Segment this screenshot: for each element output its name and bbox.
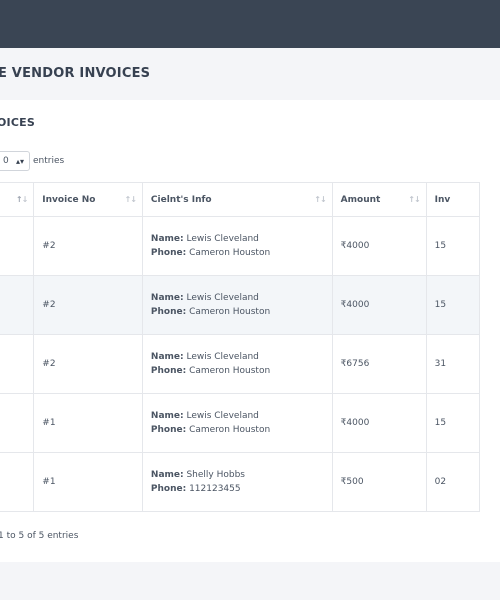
entries-per-page-value: 0 [3, 156, 9, 166]
cell-first [0, 275, 35, 335]
cell-invoice-no: #2 [33, 334, 143, 394]
cell-amount: ₹4000 [331, 393, 427, 453]
cell-invoice-date: 15 [425, 216, 481, 276]
cell-amount: ₹6756 [331, 334, 427, 394]
invoices-card: OICES 0 ▴▾ entries ↑↓ Invoice No ↑↓ Ciel… [0, 100, 500, 562]
sort-icon: ↑↓ [314, 195, 326, 204]
client-phone: Cameron Houston [189, 425, 271, 435]
cell-first [0, 216, 35, 276]
client-phone: Cameron Houston [189, 366, 271, 376]
entries-length-control: 0 ▴▾ entries [0, 151, 64, 171]
cell-amount: ₹4000 [331, 275, 427, 335]
card-title: OICES [0, 116, 35, 129]
cell-invoice-no: #1 [33, 393, 143, 453]
column-header-client-info[interactable]: Cielnt's Info ↑↓ [141, 182, 333, 217]
table-header-row: ↑↓ Invoice No ↑↓ Cielnt's Info ↑↓ Amount… [0, 182, 481, 217]
top-navbar [0, 0, 500, 48]
table-info-text: 1 to 5 of 5 entries [0, 531, 79, 541]
client-phone: Cameron Houston [189, 248, 271, 258]
cell-first [0, 334, 35, 394]
cell-invoice-no: #2 [33, 216, 143, 276]
cell-invoice-no: #1 [33, 452, 143, 512]
column-header-first[interactable]: ↑↓ [0, 182, 35, 217]
table-row: #2 Name: Lewis Cleveland Phone: Cameron … [0, 275, 481, 335]
sort-icon: ↑↓ [124, 195, 137, 204]
sort-icon: ↑↓ [15, 195, 28, 204]
page-header: E VENDOR INVOICES [0, 48, 500, 100]
table-row: #2 Name: Lewis Cleveland Phone: Cameron … [0, 216, 481, 276]
table-row: #2 Name: Lewis Cleveland Phone: Cameron … [0, 334, 481, 394]
entries-per-page-select[interactable]: 0 ▴▾ [0, 151, 30, 171]
cell-first [0, 452, 35, 512]
invoices-table: ↑↓ Invoice No ↑↓ Cielnt's Info ↑↓ Amount… [0, 182, 481, 512]
cell-amount: ₹4000 [331, 216, 427, 276]
client-name: Lewis Cleveland [186, 293, 259, 303]
cell-client-info: Name: Lewis Cleveland Phone: Cameron Hou… [141, 275, 333, 335]
cell-client-info: Name: Lewis Cleveland Phone: Cameron Hou… [141, 216, 333, 276]
sort-icon: ↑↓ [408, 195, 420, 204]
select-arrows-icon: ▴▾ [15, 156, 24, 166]
cell-invoice-no: #2 [33, 275, 143, 335]
cell-client-info: Name: Shelly Hobbs Phone: 112123455 [141, 452, 333, 512]
client-name: Lewis Cleveland [186, 411, 259, 421]
cell-first [0, 393, 35, 453]
client-name: Shelly Hobbs [186, 470, 245, 480]
page-title: E VENDOR INVOICES [0, 66, 151, 81]
cell-invoice-date: 02 [425, 452, 481, 512]
client-phone: Cameron Houston [189, 307, 271, 317]
column-header-invoice-date[interactable]: Inv [425, 182, 481, 217]
column-header-invoice-no[interactable]: Invoice No ↑↓ [33, 182, 143, 217]
column-header-amount[interactable]: Amount ↑↓ [331, 182, 427, 217]
cell-invoice-date: 31 [425, 334, 481, 394]
cell-invoice-date: 15 [425, 393, 481, 453]
client-name: Lewis Cleveland [186, 352, 259, 362]
cell-amount: ₹500 [331, 452, 427, 512]
table-row: #1 Name: Lewis Cleveland Phone: Cameron … [0, 393, 481, 453]
cell-client-info: Name: Lewis Cleveland Phone: Cameron Hou… [141, 393, 333, 453]
table-row: #1 Name: Shelly Hobbs Phone: 112123455 ₹… [0, 452, 481, 512]
entries-label: entries [33, 156, 65, 166]
cell-client-info: Name: Lewis Cleveland Phone: Cameron Hou… [141, 334, 333, 394]
client-name: Lewis Cleveland [186, 234, 259, 244]
cell-invoice-date: 15 [425, 275, 481, 335]
client-phone: 112123455 [189, 484, 241, 494]
